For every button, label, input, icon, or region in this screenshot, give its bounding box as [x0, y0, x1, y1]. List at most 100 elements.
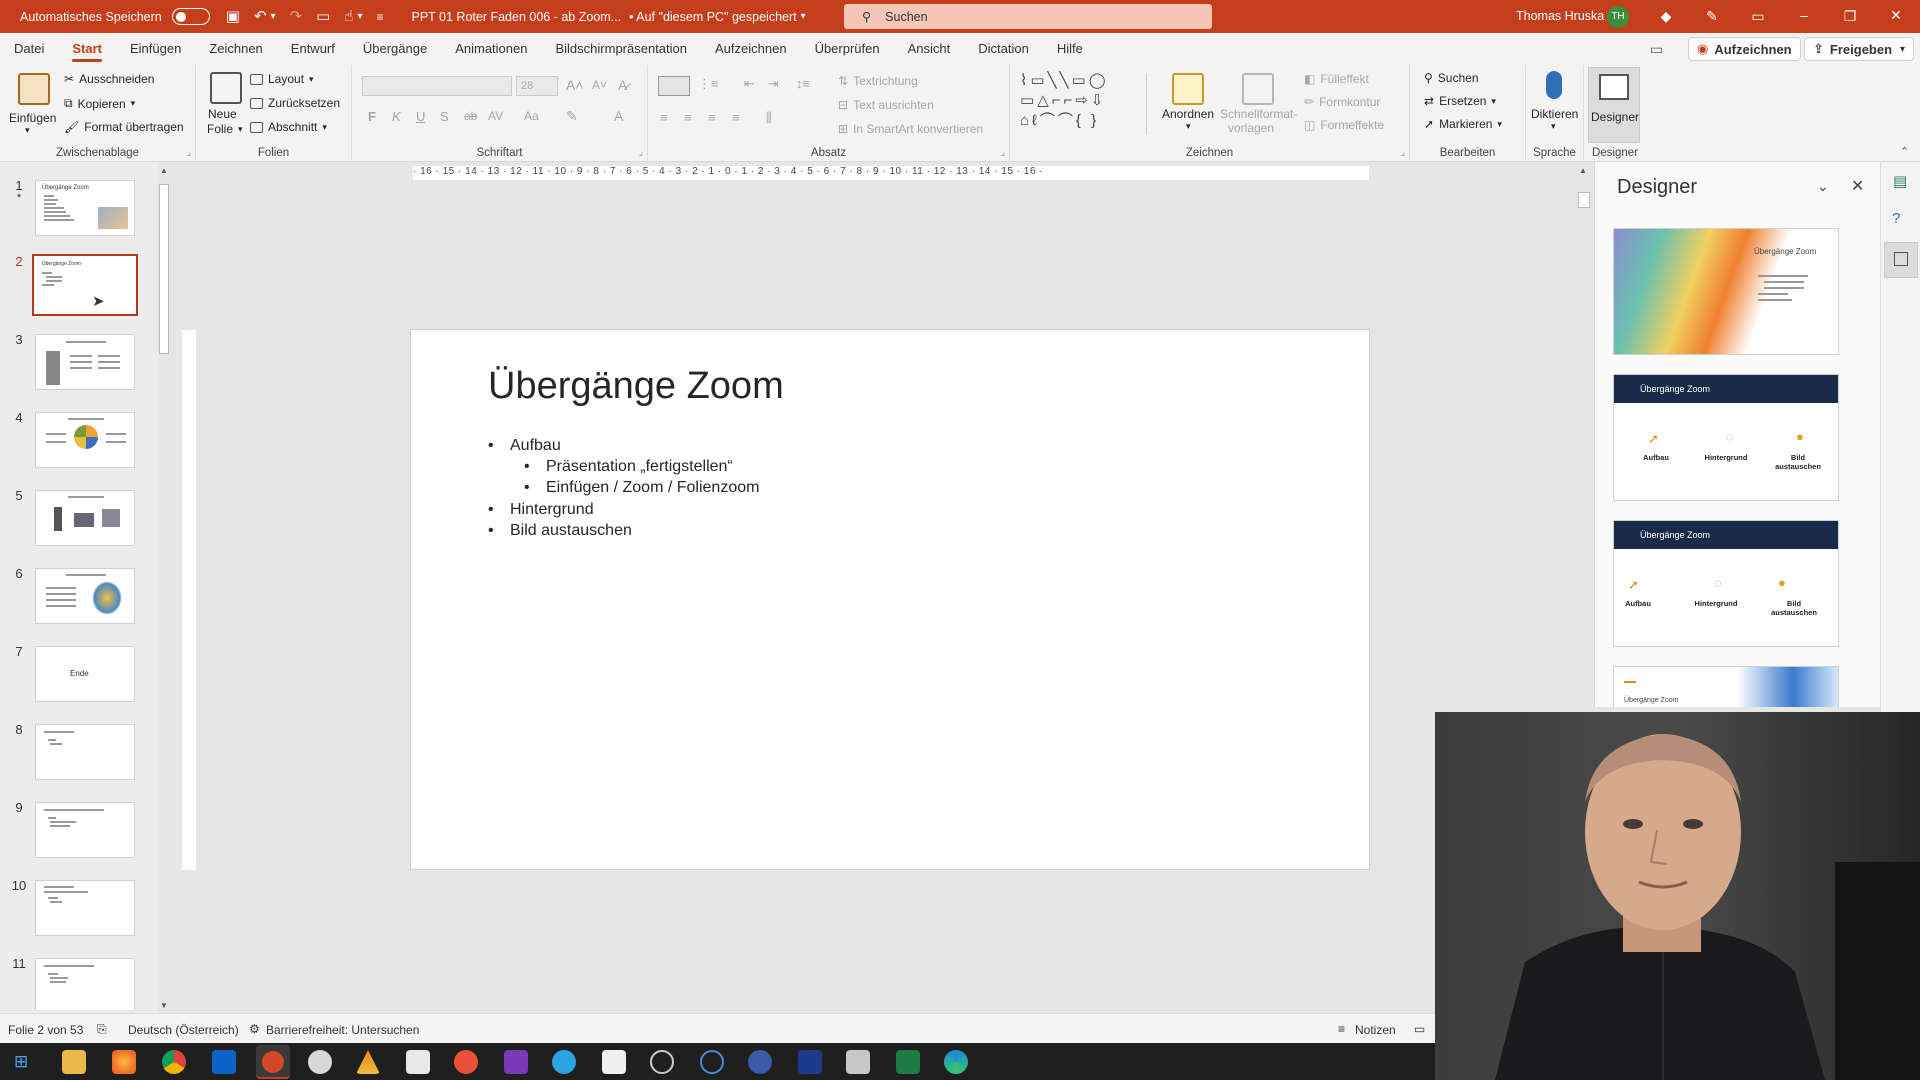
slide-thumbnail-7[interactable]: Ende: [35, 646, 135, 702]
slide-thumbnail-6[interactable]: [35, 568, 135, 624]
slide-bullet-2[interactable]: Präsentation „fertigstellen“: [524, 458, 733, 476]
arrange-chevron-icon[interactable]: ▾: [1186, 121, 1191, 132]
new-slide-label-1[interactable]: Neue: [208, 107, 237, 121]
tab-datei[interactable]: Datei: [0, 33, 58, 65]
microphone-icon[interactable]: [1546, 71, 1562, 99]
thumbnail-scroll-thumb[interactable]: [159, 184, 169, 354]
pen-icon[interactable]: ✎: [1690, 8, 1734, 25]
slide-thumbnail-4[interactable]: [35, 412, 135, 468]
slide-thumbnail-9[interactable]: [35, 802, 135, 858]
editor-scroll-up-icon[interactable]: ▲: [1579, 166, 1587, 175]
spellcheck-icon[interactable]: ⎘: [97, 1022, 107, 1037]
slide-thumbnail-2[interactable]: Übergänge Zoom ➤: [32, 254, 138, 316]
paste-chevron-icon[interactable]: ▾: [25, 125, 30, 136]
dictate-button[interactable]: Diktieren: [1531, 107, 1578, 121]
tab-ansicht[interactable]: Ansicht: [894, 33, 965, 65]
excel-icon[interactable]: [896, 1050, 920, 1074]
slide-bullet-5[interactable]: Bild austauschen: [488, 522, 632, 540]
tab-hilfe[interactable]: Hilfe: [1043, 33, 1097, 65]
save-location-chevron-icon[interactable]: ▾: [801, 11, 806, 22]
minimize-icon[interactable]: –: [1782, 7, 1826, 23]
autosave-toggle[interactable]: [171, 8, 210, 25]
slide-thumbnail-11[interactable]: [35, 958, 135, 1010]
save-location[interactable]: • Auf "diesem PC" gespeichert: [629, 10, 797, 24]
layout-button[interactable]: Layout ▾: [250, 72, 314, 86]
app-icon-15[interactable]: [748, 1050, 772, 1074]
cut-button[interactable]: ✂ Ausschneiden: [64, 72, 154, 86]
restore-icon[interactable]: ❐: [1828, 8, 1872, 25]
share-button[interactable]: ⇪ Freigeben ▾: [1804, 37, 1915, 61]
slide-thumbnail-5[interactable]: [35, 490, 135, 546]
slide-thumbnail-10[interactable]: [35, 880, 135, 936]
copy-button[interactable]: ⧉ Kopieren ▾: [64, 96, 135, 111]
collapse-ribbon-icon[interactable]: ⌃: [1900, 145, 1909, 158]
app-icon-6[interactable]: [308, 1050, 332, 1074]
tab-uebergaenge[interactable]: Übergänge: [349, 33, 441, 65]
record-button[interactable]: ◉ Aufzeichnen: [1688, 37, 1801, 61]
comments-icon[interactable]: ▭: [1650, 41, 1663, 58]
comments-pane-icon[interactable]: ▤: [1893, 172, 1907, 190]
touch-mode-icon[interactable]: ☝: [344, 9, 353, 24]
obs-icon[interactable]: [650, 1050, 674, 1074]
app-icon-8[interactable]: [406, 1050, 430, 1074]
customize-qat-icon[interactable]: ≡: [376, 11, 383, 23]
slide-bullet-4[interactable]: Hintergrund: [488, 501, 594, 519]
font-family-input[interactable]: [362, 76, 512, 96]
bullets-button[interactable]: [658, 76, 690, 96]
user-name[interactable]: Thomas Hruska: [1516, 9, 1604, 23]
slide-thumbnail-8[interactable]: [35, 724, 135, 780]
arrange-icon[interactable]: [1172, 73, 1204, 105]
tab-dictation[interactable]: Dictation: [964, 33, 1043, 65]
arrange-button[interactable]: Anordnen: [1162, 107, 1214, 121]
new-slide-icon[interactable]: [210, 72, 242, 104]
edge-icon[interactable]: [944, 1050, 968, 1074]
font-size-input[interactable]: 28: [516, 76, 558, 96]
notes-button[interactable]: Notizen: [1355, 1023, 1396, 1037]
tab-ueberpruefen[interactable]: Überprüfen: [801, 33, 894, 65]
select-button[interactable]: ➚ Markieren ▾: [1424, 117, 1502, 131]
vlc-icon[interactable]: [356, 1050, 380, 1074]
designer-button[interactable]: Designer: [1588, 67, 1640, 143]
close-window-icon[interactable]: ✕: [1874, 7, 1918, 24]
thumbnail-scrollbar[interactable]: ▲ ▼: [158, 164, 170, 1016]
designer-pane-toggle[interactable]: [1884, 242, 1918, 278]
format-painter-button[interactable]: 🖌 Format übertragen: [64, 120, 184, 134]
word-icon[interactable]: [798, 1050, 822, 1074]
tab-entwurf[interactable]: Entwurf: [277, 33, 349, 65]
tab-animationen[interactable]: Animationen: [441, 33, 541, 65]
shapes-gallery-scroll[interactable]: [1146, 73, 1156, 135]
pane-options-chevron-icon[interactable]: ⌄: [1817, 178, 1829, 195]
paste-icon[interactable]: [18, 73, 50, 105]
dictate-chevron-icon[interactable]: ▾: [1551, 121, 1556, 132]
windows-start-icon[interactable]: ⊞: [14, 1052, 28, 1072]
present-from-start-icon[interactable]: ▭: [316, 9, 330, 24]
design-idea-1[interactable]: Übergänge Zoom: [1613, 228, 1839, 355]
language-indicator[interactable]: Deutsch (Österreich): [128, 1023, 239, 1037]
avatar[interactable]: TH: [1607, 6, 1629, 28]
editor-scroll-thumb[interactable]: [1578, 192, 1590, 208]
editor-scrollbar[interactable]: ▲: [1578, 162, 1590, 707]
replace-button[interactable]: ⇄ Ersetzen ▾: [1424, 94, 1496, 108]
slide-bullet-3[interactable]: Einfügen / Zoom / Folienzoom: [524, 479, 759, 497]
app-icon-14[interactable]: [700, 1050, 724, 1074]
design-idea-4[interactable]: Übergänge Zoom: [1613, 666, 1839, 707]
accessibility-check[interactable]: Barrierefreiheit: Untersuchen: [266, 1023, 419, 1037]
undo-icon[interactable]: ↶: [254, 9, 267, 24]
shapes-gallery[interactable]: ⌇▭╲╲▭◯ ▭△⌐⌐⇨⇩ ⌂ℓ⌒⌒{ }: [1020, 71, 1158, 135]
tab-bildschirmpraesentation[interactable]: Bildschirmpräsentation: [541, 33, 701, 65]
save-icon[interactable]: ▣: [226, 9, 240, 24]
premium-diamond-icon[interactable]: ◆: [1644, 8, 1688, 25]
telegram-icon[interactable]: [552, 1050, 576, 1074]
tab-zeichnen[interactable]: Zeichnen: [195, 33, 276, 65]
find-button[interactable]: ⚲ Suchen: [1424, 71, 1479, 85]
drawing-launcher-icon[interactable]: ⌟: [1401, 147, 1405, 158]
undo-dropdown-icon[interactable]: ▾: [271, 11, 276, 22]
clipboard-launcher-icon[interactable]: ⌟: [187, 147, 191, 158]
powerpoint-taskbar-item[interactable]: [256, 1045, 290, 1079]
app-icon-12[interactable]: [602, 1050, 626, 1074]
new-slide-label-2[interactable]: Folie ▾: [207, 122, 243, 136]
paste-button[interactable]: Einfügen: [9, 111, 56, 125]
app-icon-9[interactable]: [454, 1050, 478, 1074]
slide-canvas[interactable]: Übergänge Zoom Aufbau Präsentation „fert…: [410, 329, 1370, 870]
chrome-icon[interactable]: [162, 1050, 186, 1074]
